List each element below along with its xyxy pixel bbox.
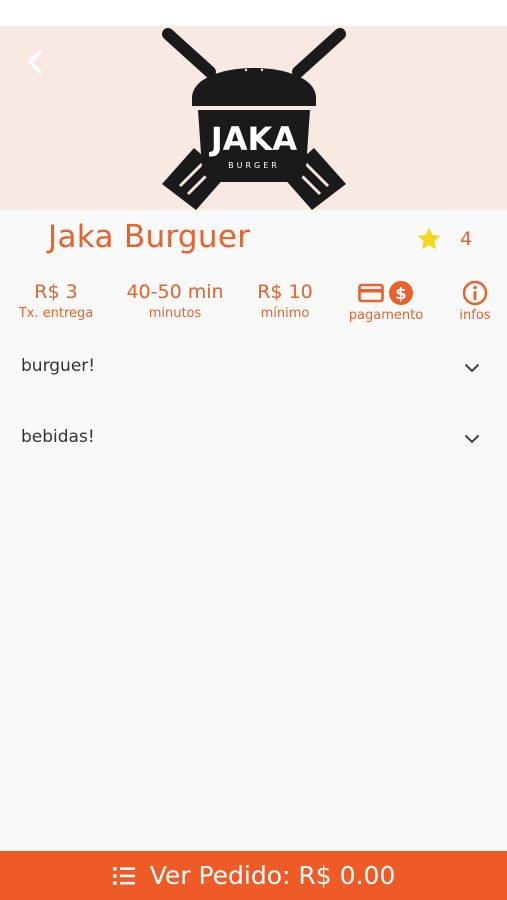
delivery-fee-label: Tx. entrega bbox=[18, 306, 94, 321]
info-button[interactable]: infos bbox=[450, 280, 500, 325]
back-button[interactable] bbox=[18, 44, 54, 80]
minimum-order-value: R$ 10 bbox=[257, 281, 313, 303]
rating-value: 4 bbox=[460, 228, 473, 250]
restaurant-header-image: JAKA BURGER bbox=[0, 26, 507, 210]
logo-text: JAKA bbox=[209, 120, 297, 158]
payment-button[interactable]: $ pagamento bbox=[338, 280, 434, 325]
star-icon bbox=[417, 227, 441, 250]
chevron-down-icon bbox=[465, 364, 479, 372]
category-burguer[interactable]: burguer! bbox=[0, 340, 507, 396]
restaurant-logo: JAKA BURGER bbox=[162, 28, 346, 210]
delivery-fee: R$ 3 Tx. entrega bbox=[12, 280, 100, 323]
list-icon bbox=[112, 866, 135, 885]
info-icon bbox=[450, 280, 500, 306]
minimum-order-label: mínimo bbox=[260, 306, 310, 321]
minimum-order: R$ 10 mínimo bbox=[250, 280, 320, 323]
logo-subtext: BURGER bbox=[228, 161, 280, 170]
chevron-down-icon bbox=[465, 435, 479, 443]
delivery-time: 40-50 min minutos bbox=[120, 280, 230, 323]
category-bebidas[interactable]: bebidas! bbox=[0, 411, 507, 467]
restaurant-name: Jaka Burguer bbox=[48, 219, 251, 255]
payment-label: pagamento bbox=[348, 308, 424, 323]
card-and-money-icon: $ bbox=[338, 280, 434, 306]
status-bar bbox=[0, 0, 507, 26]
view-order-button[interactable]: Ver Pedido: R$ 0.00 bbox=[0, 851, 507, 900]
rating: 4 bbox=[416, 226, 472, 252]
view-order-label: Ver Pedido: R$ 0.00 bbox=[149, 861, 396, 890]
delivery-time-label: minutos bbox=[148, 306, 202, 321]
info-label: infos bbox=[459, 308, 491, 323]
delivery-time-value: 40-50 min bbox=[126, 281, 224, 303]
category-label: burguer! bbox=[21, 356, 96, 376]
category-label: bebidas! bbox=[21, 427, 95, 447]
chevron-left-icon bbox=[28, 50, 42, 74]
delivery-fee-value: R$ 3 bbox=[34, 281, 78, 303]
svg-text:$: $ bbox=[395, 284, 406, 303]
